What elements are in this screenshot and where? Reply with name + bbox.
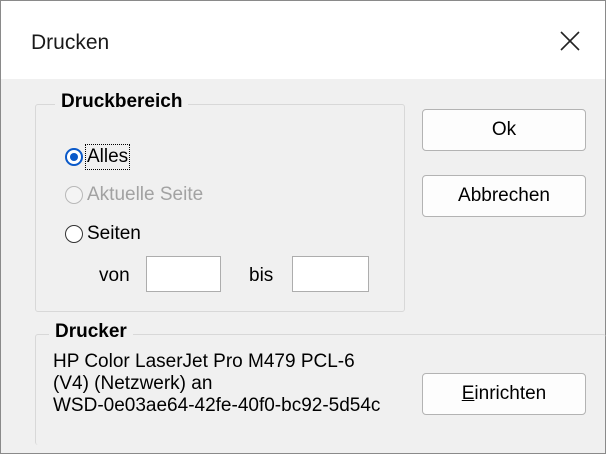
from-page-input[interactable] — [146, 256, 221, 292]
close-button[interactable] — [535, 13, 605, 69]
print-range-legend: Druckbereich — [55, 91, 189, 113]
printer-name-line: (V4) (Netzwerk) an — [53, 373, 213, 394]
setup-button[interactable]: Einrichten — [422, 373, 586, 415]
to-page-input[interactable] — [292, 256, 369, 292]
radio-all[interactable]: Alles — [65, 144, 131, 170]
printer-legend: Drucker — [49, 321, 133, 343]
radio-pages-label: Seiten — [87, 223, 141, 244]
close-icon — [560, 31, 580, 51]
ok-button[interactable]: Ok — [422, 109, 586, 151]
cancel-button[interactable]: Abbrechen — [422, 175, 586, 217]
printer-name: HP Color LaserJet Pro M479 PCL-6 (V4) (N… — [53, 351, 421, 417]
radio-current-page: Aktuelle Seite — [65, 184, 203, 206]
printer-name-line: HP Color LaserJet Pro M479 PCL-6 — [53, 351, 355, 372]
to-label: bis — [249, 265, 274, 286]
radio-all-label: Alles — [84, 144, 131, 170]
radio-pages-indicator[interactable] — [65, 225, 83, 243]
radio-current-page-indicator — [65, 186, 83, 204]
window-title: Drucken — [31, 31, 110, 54]
setup-button-mnemonic: E — [461, 383, 475, 404]
title-bar: Drucken — [1, 1, 605, 79]
from-label: von — [99, 265, 130, 286]
print-dialog: Drucken Druckbereich Alles Aktuelle Seit… — [0, 0, 606, 454]
printer-name-line: WSD-0e03ae64-42fe-40f0-bc92-5d54c — [53, 395, 381, 416]
setup-button-label: inrichten — [474, 383, 547, 404]
radio-all-indicator[interactable] — [65, 148, 83, 166]
radio-current-page-label: Aktuelle Seite — [87, 184, 204, 205]
radio-pages[interactable]: Seiten — [65, 223, 141, 245]
